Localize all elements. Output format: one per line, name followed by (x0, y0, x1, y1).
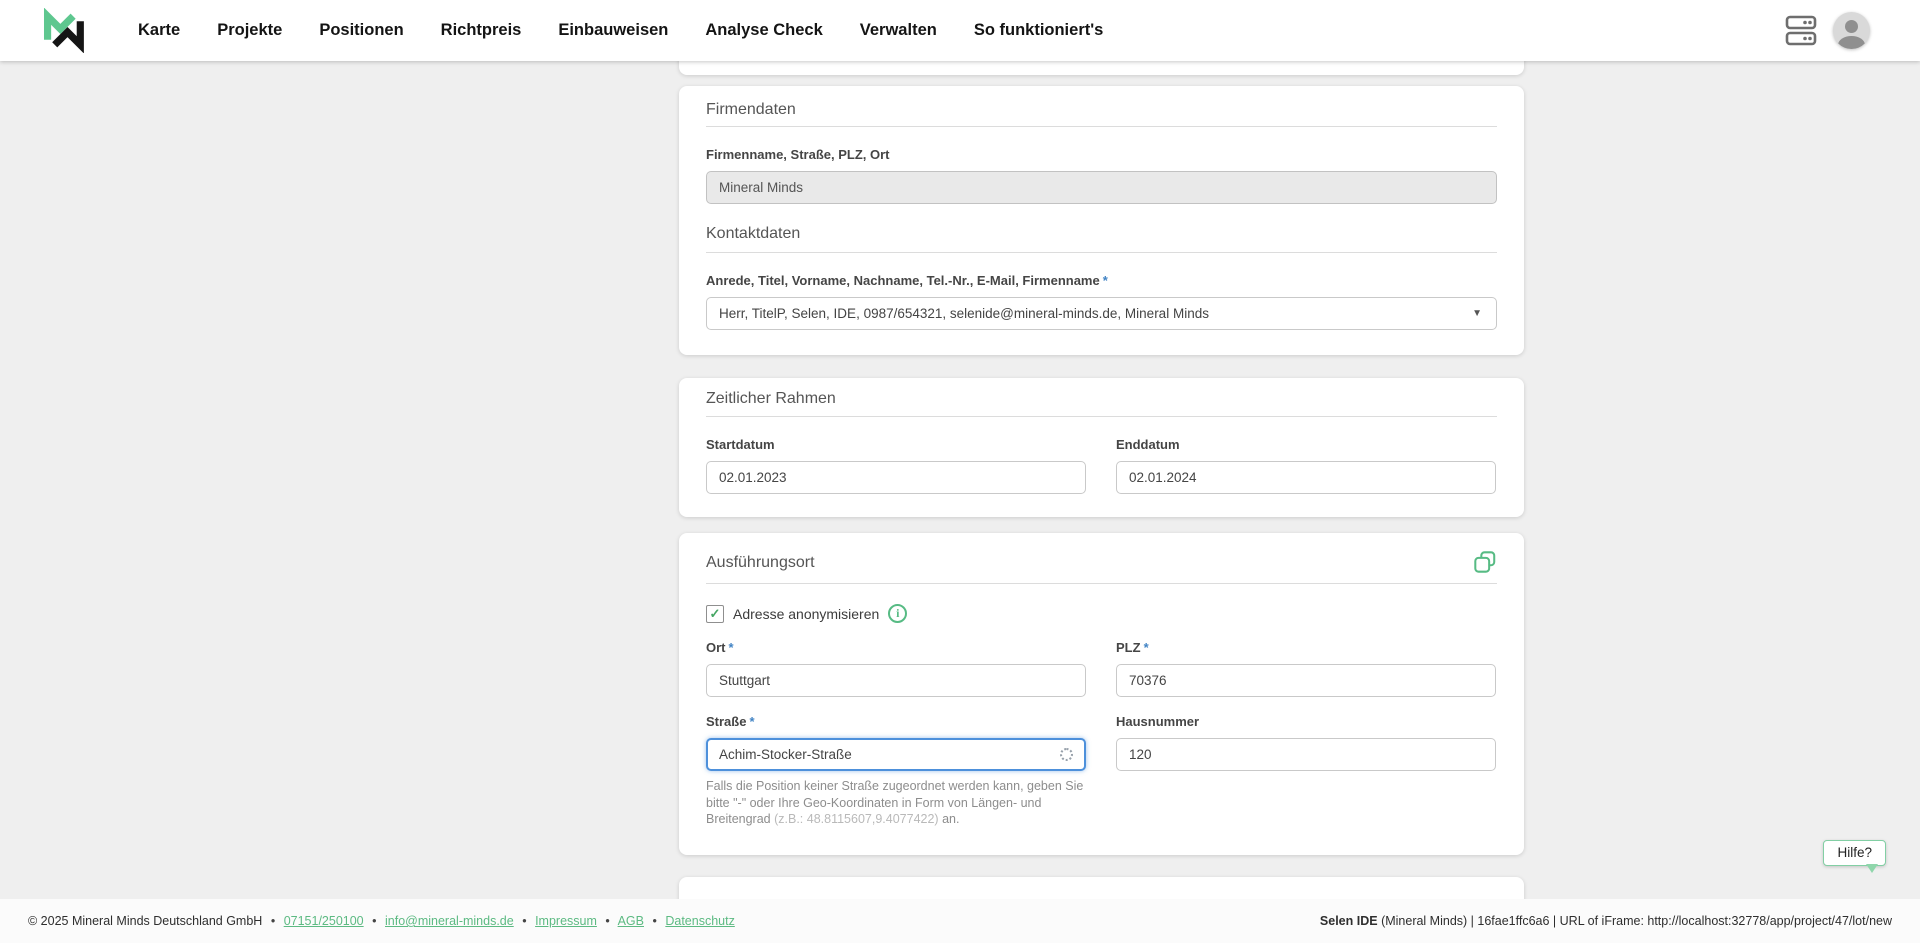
required-asterisk: * (1143, 640, 1149, 655)
section-divider (706, 583, 1497, 584)
chevron-down-icon: ▼ (1472, 307, 1482, 319)
nav-item-so-funktionierts[interactable]: So funktioniert's (974, 21, 1104, 40)
footer-separator: • (522, 914, 527, 928)
kontaktdaten-section-title: Kontaktdaten (706, 225, 801, 242)
ort-label: Ort * (706, 640, 1086, 656)
startdatum-label: Startdatum (706, 437, 775, 452)
section-divider (706, 126, 1497, 127)
ide-details: (Mineral Minds) | 16fae1ffc6a6 | URL of … (1377, 914, 1892, 928)
nav-item-verwalten[interactable]: Verwalten (860, 21, 937, 40)
top-navigation-bar: Karte Projekte Positionen Richtpreis Ein… (0, 0, 1920, 61)
footer-impressum-link[interactable]: Impressum (535, 914, 597, 928)
kontakt-select-value: Herr, TitelP, Selen, IDE, 0987/654321, s… (719, 306, 1209, 321)
server-icon[interactable] (1785, 15, 1817, 46)
info-icon-glyph: i (896, 606, 900, 620)
header-actions (1785, 0, 1870, 61)
nav-item-analyse-check[interactable]: Analyse Check (705, 21, 822, 40)
footer-debug-info: Selen IDE (Mineral Minds) | 16fae1ffc6a6… (1320, 914, 1892, 928)
user-avatar[interactable] (1833, 12, 1870, 49)
ide-name: Selen IDE (1319, 914, 1378, 928)
ausfuehrungsort-section-title: Ausführungsort (706, 553, 815, 571)
footer-agb-link[interactable]: AGB (618, 914, 644, 928)
main-nav: Karte Projekte Positionen Richtpreis Ein… (138, 0, 1103, 61)
firmendaten-kontaktdaten-card: Firmendaten Firmenname, Straße, PLZ, Ort… (679, 86, 1524, 355)
plz-input[interactable] (1116, 664, 1496, 697)
nav-item-richtpreis[interactable]: Richtpreis (441, 21, 522, 40)
nav-item-einbauweisen[interactable]: Einbauweisen (558, 21, 668, 40)
ort-label-text: Ort (706, 640, 726, 655)
strasse-input[interactable] (706, 738, 1086, 771)
startdatum-input[interactable] (706, 461, 1086, 494)
strasse-label: Straße * (706, 714, 1086, 730)
footer-separator: • (270, 914, 276, 928)
plz-label-text: PLZ (1116, 640, 1141, 655)
hausnummer-label: Hausnummer (1116, 714, 1200, 729)
firmenname-field-label: Firmenname, Straße, PLZ, Ort (706, 147, 890, 162)
footer-phone-link[interactable]: 07151/250100 (284, 914, 364, 928)
firmenname-input (706, 171, 1497, 204)
strasse-helper-text: Falls die Position keiner Straße zugeord… (706, 778, 1090, 828)
enddatum-label: Enddatum (1116, 437, 1180, 452)
firmendaten-section-title: Firmendaten (706, 101, 796, 118)
kontakt-field-label: Anrede, Titel, Vorname, Nachname, Tel.-N… (706, 273, 1497, 289)
zeitraum-section-title: Zeitlicher Rahmen (706, 390, 836, 407)
section-divider (706, 252, 1497, 253)
plz-label: PLZ * (1116, 640, 1496, 656)
helper-text-example: (z.B.: 48.8115607,9.4077422) (774, 812, 939, 826)
nav-item-positionen[interactable]: Positionen (319, 21, 403, 40)
kontakt-select[interactable]: Herr, TitelP, Selen, IDE, 0987/654321, s… (706, 297, 1497, 330)
ort-input[interactable] (706, 664, 1086, 697)
footer-separator: • (605, 914, 610, 928)
required-asterisk: * (749, 714, 755, 729)
footer-separator: • (372, 914, 377, 928)
info-icon[interactable]: i (888, 604, 908, 623)
footer-datenschutz-link[interactable]: Datenschutz (665, 914, 734, 928)
help-button[interactable]: Hilfe? (1823, 840, 1886, 873)
avatar-shoulders-icon (1838, 36, 1865, 49)
kontakt-field-label-text: Anrede, Titel, Vorname, Nachname, Tel.-N… (706, 273, 1100, 288)
strasse-label-text: Straße (706, 714, 747, 729)
nav-item-projekte[interactable]: Projekte (217, 21, 282, 40)
helper-text-end: an. (938, 812, 960, 826)
adresse-anonymisieren-checkbox[interactable]: ✓ (706, 604, 724, 623)
checkmark-icon: ✓ (709, 606, 721, 621)
loading-spinner-icon (1060, 748, 1073, 761)
footer-separator: • (652, 914, 657, 928)
mineral-minds-logo-icon[interactable] (40, 8, 94, 53)
avatar-head-icon (1845, 20, 1858, 33)
required-asterisk: * (728, 640, 734, 655)
copy-icon[interactable] (1473, 550, 1497, 574)
footer-bar: © 2025 Mineral Minds Deutschland GmbH • … (0, 899, 1920, 943)
required-asterisk: * (1102, 273, 1108, 288)
nav-item-karte[interactable]: Karte (138, 21, 180, 40)
enddatum-input[interactable] (1116, 461, 1496, 494)
zeitlicher-rahmen-card: Zeitlicher Rahmen Startdatum Enddatum (679, 378, 1524, 517)
footer-email-link[interactable]: info@mineral-minds.de (385, 914, 514, 928)
adresse-anonymisieren-label: Adresse anonymisieren (733, 605, 880, 622)
hausnummer-input[interactable] (1116, 738, 1496, 771)
copyright-text: © 2025 Mineral Minds Deutschland GmbH (28, 914, 263, 928)
ausfuehrungsort-card: Ausführungsort ✓ Adresse anonymisieren i… (679, 533, 1524, 855)
footer-left: © 2025 Mineral Minds Deutschland GmbH • … (28, 914, 735, 928)
